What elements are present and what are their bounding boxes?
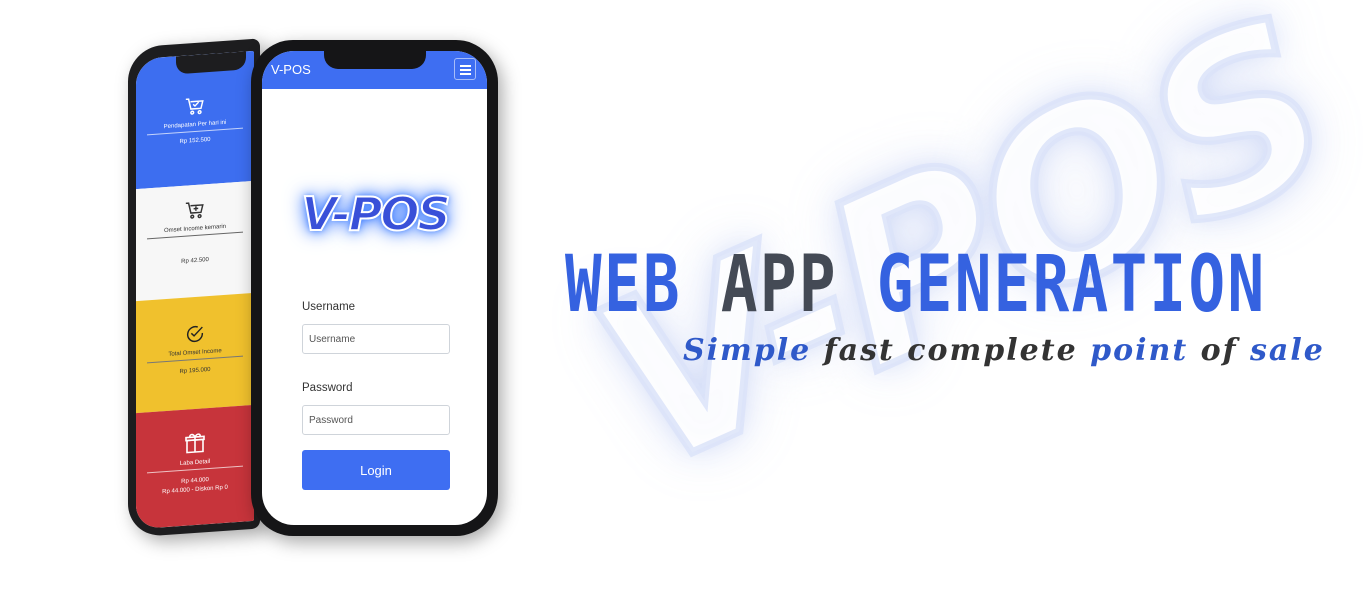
card-value: Rp 152.500 — [179, 136, 211, 146]
menu-icon[interactable] — [454, 58, 476, 80]
login-button[interactable]: Login — [302, 450, 450, 490]
tagline-word: sale — [1250, 333, 1325, 368]
tagline-word: complete — [907, 333, 1078, 368]
navbar-brand[interactable]: V-POS — [271, 62, 311, 77]
password-input[interactable] — [302, 405, 450, 435]
tagline-word: of — [1200, 333, 1238, 368]
card-value: Rp 42.500 — [181, 257, 209, 265]
username-input[interactable] — [302, 324, 450, 354]
tagline-word: Simple — [683, 333, 812, 368]
front-phone-screen: V-POS V-POS Username Password Login — [262, 51, 487, 525]
tagline-word: point — [1090, 333, 1189, 368]
headline: WEB APP GENERATION — [565, 240, 1264, 330]
tagline: Simple fast complete point of sale — [683, 333, 1325, 368]
back-phone-screen: Pendapatan Per hari ini Rp 152.500 Omset… — [136, 50, 254, 530]
tagline-word: fast — [823, 333, 895, 368]
app-logo: V-POS — [300, 186, 451, 242]
card-profit-detail: Laba Detail Rp 44.000 Rp 44.000 - Diskon… — [136, 404, 254, 530]
front-phone-notch — [324, 51, 426, 69]
headline-word: WEB — [565, 240, 682, 330]
username-label: Username — [302, 301, 356, 313]
password-label: Password — [302, 382, 353, 394]
card-yesterday-income: Omset Income kemarin Rp 42.500 — [136, 180, 254, 302]
card-total-income: Total Omset Income Rp 195.000 — [136, 292, 254, 414]
headline-word: APP — [720, 240, 838, 330]
headline-word: GENERATION — [876, 240, 1267, 330]
card-value: Rp 195.000 — [179, 366, 211, 376]
